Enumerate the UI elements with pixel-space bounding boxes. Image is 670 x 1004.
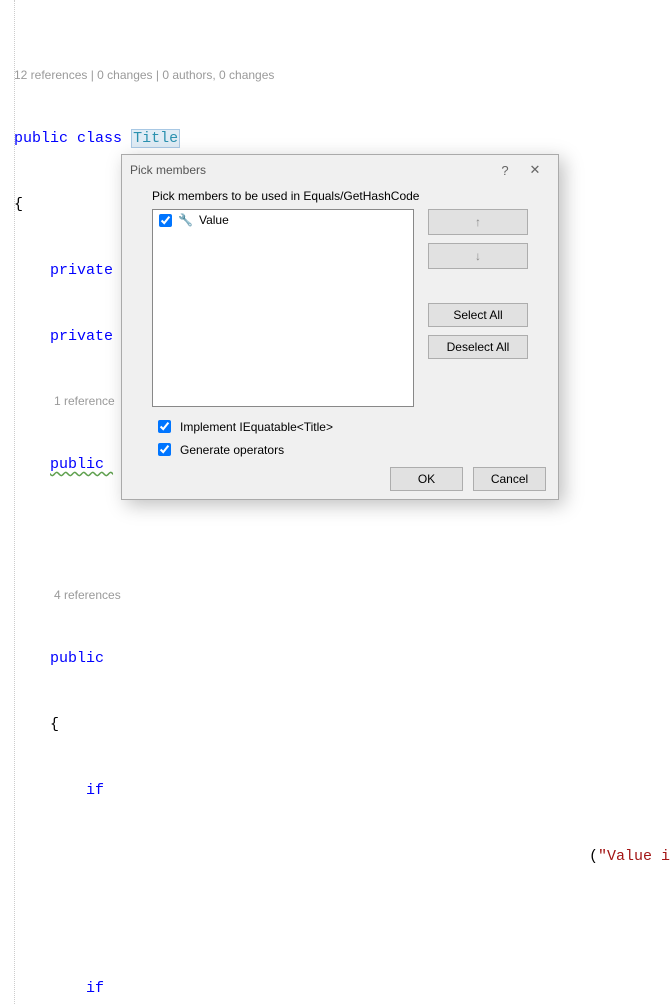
move-up-button[interactable]: ↑ [428,209,528,235]
codelens-ctor[interactable]: 4 references [8,586,670,604]
code-line: ("Value i [8,846,670,868]
code-line: if [8,780,670,802]
generate-operators-checkbox[interactable] [158,443,171,456]
code-line: if [8,978,670,1000]
help-icon[interactable]: ? [490,163,520,178]
ok-button[interactable]: OK [390,467,463,491]
implement-iequatable-option[interactable]: Implement IEquatable<Title> [154,417,542,436]
member-item[interactable]: 🔧 Value [159,213,407,227]
members-listbox[interactable]: 🔧 Value [152,209,414,407]
pick-members-dialog: Pick members ? ✕ Pick members to be used… [121,154,559,500]
code-line [8,912,670,934]
code-line: public [8,648,670,670]
cancel-button[interactable]: Cancel [473,467,546,491]
member-label: Value [199,213,229,227]
property-icon: 🔧 [178,213,193,227]
code-editor[interactable]: 12 references | 0 changes | 0 authors, 0… [0,0,670,1004]
code-line [8,520,670,542]
dialog-prompt: Pick members to be used in Equals/GetHas… [152,189,542,203]
class-name-declaration[interactable]: Title [131,129,180,148]
dialog-title: Pick members [130,163,206,177]
dialog-titlebar[interactable]: Pick members ? ✕ [122,155,558,185]
codelens-top[interactable]: 12 references | 0 changes | 0 authors, 0… [8,66,670,84]
code-line: { [8,714,670,736]
implement-iequatable-checkbox[interactable] [158,420,171,433]
member-checkbox[interactable] [159,214,172,227]
move-down-button[interactable]: ↓ [428,243,528,269]
select-all-button[interactable]: Select All [428,303,528,327]
close-icon[interactable]: ✕ [520,162,550,178]
deselect-all-button[interactable]: Deselect All [428,335,528,359]
generate-operators-option[interactable]: Generate operators [154,440,542,459]
code-line: public class Title [8,128,670,150]
